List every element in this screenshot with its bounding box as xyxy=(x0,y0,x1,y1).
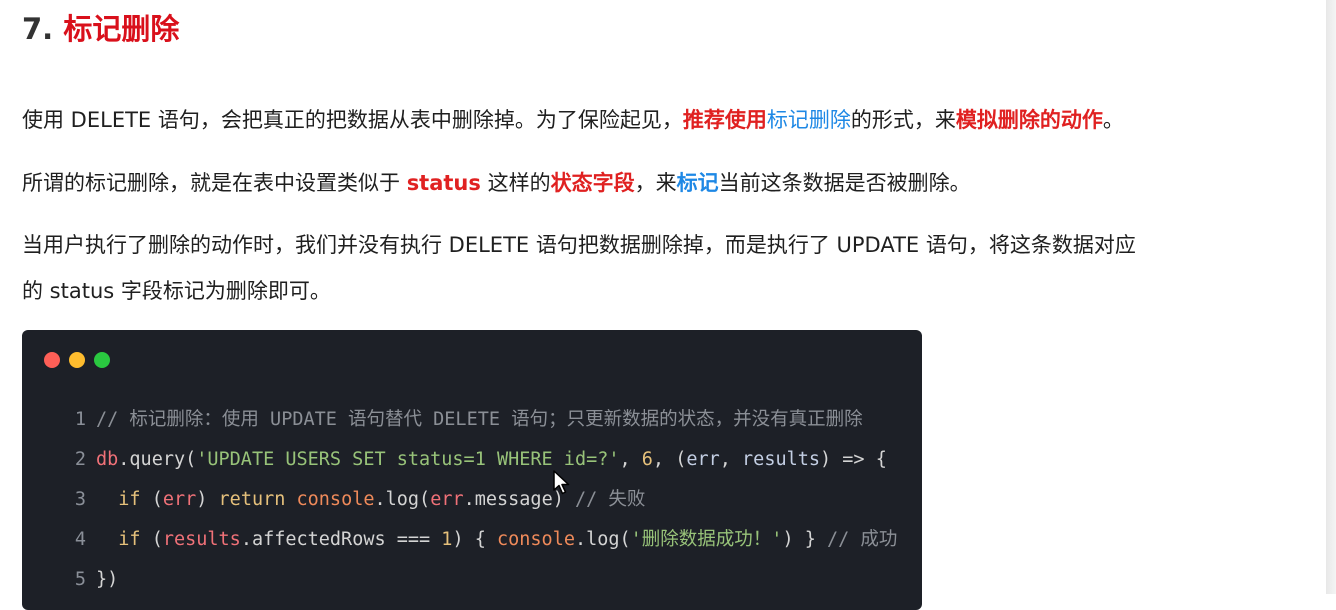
window-controls xyxy=(44,352,110,368)
code-line: 4 if (results.affectedRows === 1) { cons… xyxy=(22,520,898,560)
code-line: 1 // 标记删除：使用 UPDATE 语句替代 DELETE 语句；只更新数据… xyxy=(22,400,897,440)
line-number: 4 xyxy=(74,529,86,550)
para2-text-2: 这样的 xyxy=(480,171,551,195)
minimize-dot-icon xyxy=(69,352,85,368)
code-token: , xyxy=(719,449,743,470)
heading-title: 标记删除 xyxy=(63,12,180,46)
code-token: .log( xyxy=(374,489,431,510)
mouse-cursor-icon xyxy=(553,470,570,495)
paragraph-definition: 所谓的标记删除，就是在表中设置类似于 status 这样的状态字段，来标记当前这… xyxy=(22,160,1322,206)
code-token: ( xyxy=(140,529,163,550)
code-lines: 1 // 标记删除：使用 UPDATE 语句替代 DELETE 语句；只更新数据… xyxy=(22,400,898,600)
code-keyword: if xyxy=(118,489,141,510)
para1-highlight-mark-delete: 标记删除 xyxy=(766,108,851,132)
paragraph-intro: 使用 DELETE 语句，会把真正的把数据从表中删除掉。为了保险起见，推荐使用标… xyxy=(22,97,1322,143)
para2-text-3: ，来 xyxy=(634,171,677,195)
para2-text-1: 所谓的标记删除，就是在表中设置类似于 xyxy=(22,171,407,195)
code-token: ) => { xyxy=(820,449,887,470)
code-token: .log( xyxy=(574,529,631,550)
code-token: }) xyxy=(96,569,119,590)
code-block: 1 // 标记删除：使用 UPDATE 语句替代 DELETE 语句；只更新数据… xyxy=(22,330,922,610)
heading-number: 7. xyxy=(22,12,54,46)
para2-highlight-state-field: 状态字段 xyxy=(550,171,635,195)
code-token: .affectedRows === xyxy=(240,529,442,550)
line-number: 5 xyxy=(74,569,86,590)
code-comment: // 失败 xyxy=(575,489,646,510)
para3-line-1: 当用户执行了删除的动作时，我们并没有执行 DELETE 语句把数据删除掉，而是执… xyxy=(22,233,1136,257)
code-token: results xyxy=(162,529,241,550)
code-token: err xyxy=(430,489,464,510)
code-number: 6 xyxy=(641,449,653,470)
section-heading: 7. 标记删除 xyxy=(22,6,179,48)
code-token: db xyxy=(96,449,119,470)
line-number: 1 xyxy=(74,409,86,430)
code-token: ) { xyxy=(452,529,497,550)
line-number: 3 xyxy=(74,489,86,510)
page-edge-shadow xyxy=(1326,0,1336,594)
para1-highlight-simulate: 模拟删除的动作 xyxy=(955,108,1103,132)
code-token: , ( xyxy=(652,449,687,470)
code-string: 'UPDATE USERS SET status=1 WHERE id=?' xyxy=(196,449,620,470)
code-comment: // 标记删除：使用 UPDATE 语句替代 DELETE 语句；只更新数据的状… xyxy=(96,409,863,430)
line-number: 2 xyxy=(74,449,86,470)
code-token: .query( xyxy=(118,449,197,470)
para1-text-1: 使用 DELETE 语句，会把真正的把数据从表中删除掉。为了保险起见， xyxy=(22,108,683,132)
code-number: 1 xyxy=(441,529,453,550)
maximize-dot-icon xyxy=(94,352,110,368)
code-string: '删除数据成功！' xyxy=(630,529,783,550)
para1-text-3: 。 xyxy=(1102,108,1124,132)
para1-text-2: 的形式，来 xyxy=(850,108,956,132)
para1-highlight-recommend: 推荐使用 xyxy=(682,108,767,132)
code-token: console xyxy=(497,529,575,550)
para2-highlight-status: status xyxy=(406,171,481,195)
code-token: ) xyxy=(196,489,219,510)
code-line: 5 }) xyxy=(22,560,897,600)
paragraph-explanation: 当用户执行了删除的动作时，我们并没有执行 DELETE 语句把数据删除掉，而是执… xyxy=(22,222,1322,314)
para3-line-2: 的 status 字段标记为删除即可。 xyxy=(22,279,331,303)
code-token: err xyxy=(686,449,720,470)
code-token: err xyxy=(162,489,197,510)
close-dot-icon xyxy=(44,352,60,368)
para2-highlight-mark: 标记 xyxy=(676,171,719,195)
code-line: 3 if (err) return console.log(err.messag… xyxy=(22,480,897,520)
code-token: ( xyxy=(140,489,163,510)
code-token: console xyxy=(296,489,375,510)
code-comment: // 成功 xyxy=(827,529,898,550)
code-keyword: return xyxy=(218,489,286,510)
code-token: , xyxy=(619,449,642,470)
para2-text-4: 当前这条数据是否被删除。 xyxy=(718,171,971,195)
code-keyword: if xyxy=(118,529,141,550)
code-line: 2 db.query('UPDATE USERS SET status=1 WH… xyxy=(22,440,897,480)
code-token: results xyxy=(742,449,821,470)
code-token: ) } xyxy=(782,529,828,550)
